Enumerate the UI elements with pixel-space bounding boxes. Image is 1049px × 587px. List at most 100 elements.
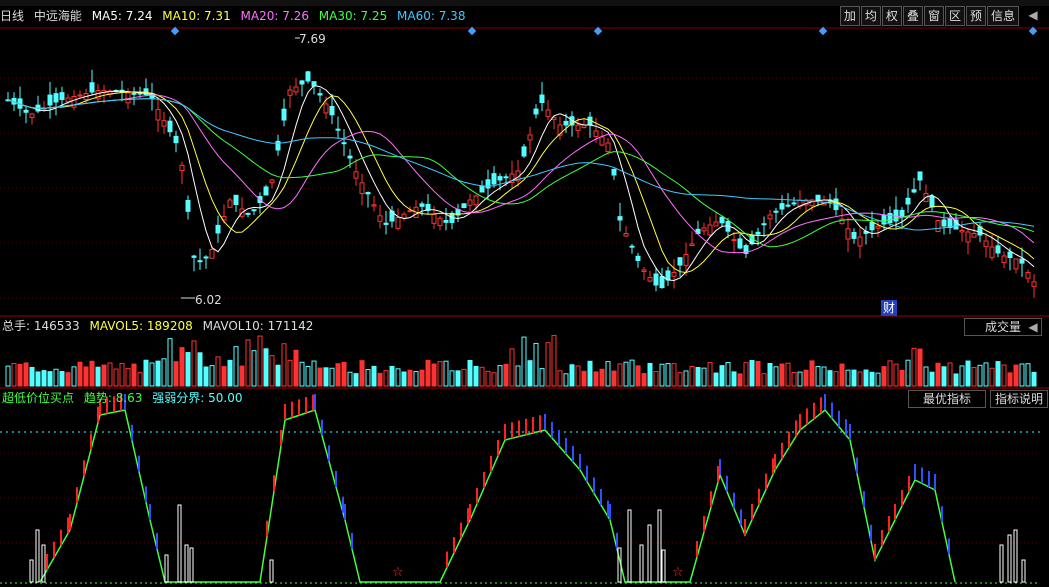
volume-bar bbox=[773, 366, 779, 387]
volume-bar bbox=[353, 373, 359, 387]
volume-bar bbox=[221, 366, 227, 387]
volume-bar bbox=[329, 367, 335, 387]
candle-body bbox=[419, 203, 425, 207]
volume-bar bbox=[953, 373, 959, 387]
volume-bar bbox=[641, 373, 647, 387]
volume-bar bbox=[713, 372, 719, 387]
high-price-label: 7.69 bbox=[299, 32, 326, 46]
volume-bar bbox=[149, 362, 155, 387]
volume-bar bbox=[683, 370, 689, 387]
finance-badge[interactable]: 财 bbox=[881, 300, 898, 316]
volume-bar bbox=[851, 369, 857, 387]
candle-body bbox=[329, 105, 335, 116]
volume-bar bbox=[923, 366, 929, 387]
candle-body bbox=[641, 269, 647, 273]
volume-bar bbox=[23, 362, 29, 387]
candle-body bbox=[185, 199, 191, 212]
candle-body bbox=[467, 199, 473, 206]
volume-bar bbox=[1025, 363, 1031, 387]
volume-bar bbox=[281, 343, 287, 387]
volume-bar bbox=[839, 363, 845, 387]
candle-body bbox=[47, 94, 53, 106]
stock-chart-canvas[interactable]: ☆ ☆ bbox=[0, 0, 1049, 587]
volume-bar bbox=[17, 363, 23, 387]
volume-bar bbox=[515, 365, 521, 387]
volume-bar bbox=[341, 361, 347, 387]
candle-body bbox=[707, 224, 713, 236]
volume-bar bbox=[605, 361, 611, 387]
candle-body bbox=[635, 255, 641, 261]
volume-bar bbox=[401, 371, 407, 387]
volume-bar bbox=[431, 363, 437, 387]
volume-bar bbox=[359, 360, 365, 387]
candle-body bbox=[1025, 272, 1031, 279]
volume-bar bbox=[437, 361, 443, 387]
candle-body bbox=[227, 199, 233, 208]
mavol5-value: MAVOL5: 189208 bbox=[89, 319, 193, 333]
candle-body bbox=[677, 257, 683, 266]
volume-bar bbox=[125, 367, 131, 387]
volume-bar bbox=[1019, 363, 1025, 387]
volume-arrow-icon[interactable]: ◀ bbox=[1025, 318, 1041, 336]
candle-body bbox=[527, 134, 533, 141]
volume-bar bbox=[677, 372, 683, 387]
indicator-help-tab[interactable]: 指标说明 bbox=[990, 390, 1048, 408]
volume-bar bbox=[887, 360, 893, 387]
volume-header: 总手: 146533 MAVOL5: 189208 MAVOL10: 17114… bbox=[2, 318, 319, 334]
buy-histogram-bar bbox=[189, 547, 194, 583]
volume-bar bbox=[521, 336, 527, 387]
candle-body bbox=[293, 86, 299, 93]
candle-body bbox=[737, 238, 743, 249]
candle-body bbox=[617, 216, 623, 221]
candle-body bbox=[815, 194, 821, 201]
candle-body bbox=[563, 120, 569, 126]
candle-body bbox=[785, 204, 791, 207]
candle-body bbox=[533, 108, 539, 115]
candle-body bbox=[647, 277, 653, 282]
volume-bar bbox=[611, 370, 617, 387]
candle-body bbox=[323, 103, 329, 114]
ma-line bbox=[7, 98, 1035, 231]
buy-histogram-bar bbox=[35, 529, 40, 583]
volume-bar bbox=[719, 365, 725, 387]
volume-bar bbox=[305, 365, 311, 387]
candle-body bbox=[851, 231, 857, 239]
volume-bar bbox=[131, 363, 137, 387]
volume-bar bbox=[659, 363, 665, 387]
volume-bar bbox=[251, 350, 257, 387]
volume-bar bbox=[35, 371, 41, 387]
candle-body bbox=[317, 93, 323, 96]
best-indicator-tab[interactable]: 最优指标 bbox=[908, 390, 986, 408]
candle-body bbox=[179, 164, 185, 172]
buy-histogram-bar bbox=[184, 544, 189, 583]
volume-bar bbox=[389, 365, 395, 387]
volume-bar bbox=[593, 371, 599, 387]
mavol10-value: MAVOL10: 171142 bbox=[202, 319, 314, 333]
candle-body bbox=[935, 220, 941, 232]
volume-bar bbox=[815, 365, 821, 387]
volume-bar bbox=[563, 373, 569, 387]
volume-bar bbox=[821, 366, 827, 387]
candle-body bbox=[521, 146, 527, 157]
volume-bar bbox=[77, 361, 83, 387]
volume-bar bbox=[467, 359, 473, 387]
volume-bar bbox=[935, 362, 941, 387]
candle-body bbox=[209, 249, 215, 259]
candle-body bbox=[365, 192, 371, 195]
candle-body bbox=[611, 168, 617, 176]
candle-body bbox=[407, 210, 413, 213]
volume-bar bbox=[479, 366, 485, 387]
volume-bar bbox=[263, 348, 269, 387]
buy-histogram-bar bbox=[164, 554, 169, 583]
candle-body bbox=[911, 189, 917, 193]
volume-bar bbox=[383, 370, 389, 387]
candle-body bbox=[659, 276, 665, 289]
buy-histogram-bar bbox=[639, 544, 644, 583]
candle-body bbox=[53, 93, 59, 103]
indicator-name: 超低价位买点 bbox=[2, 391, 75, 405]
volume-bar bbox=[275, 364, 281, 387]
volume-bar bbox=[323, 367, 329, 387]
volume-bar bbox=[863, 369, 869, 387]
candle-body bbox=[29, 113, 35, 118]
volume-bar bbox=[119, 362, 125, 387]
